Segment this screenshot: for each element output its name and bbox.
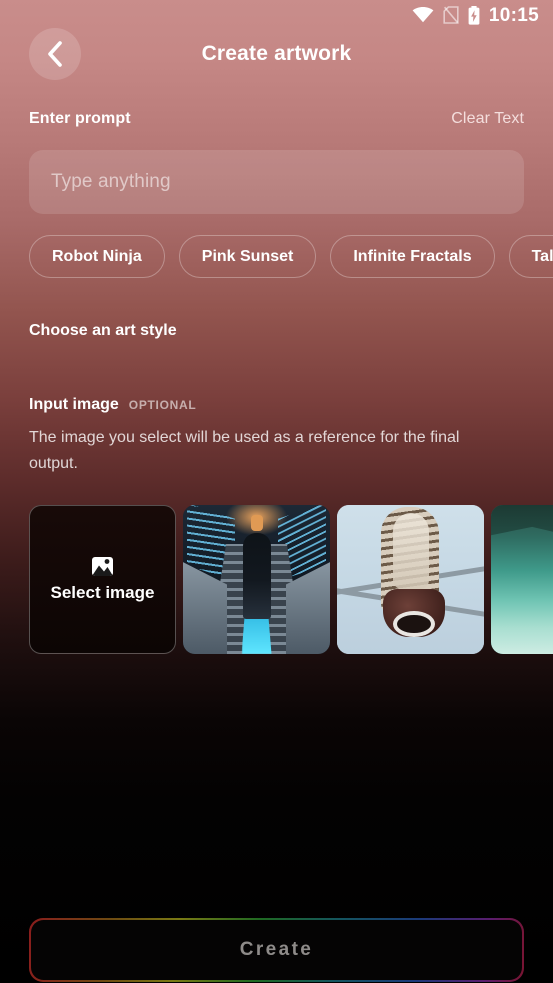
prompt-header-row: Enter prompt Clear Text (29, 110, 524, 128)
page-title: Create artwork (201, 42, 352, 65)
image-placeholder-icon (92, 556, 113, 576)
prompt-suggestion-list[interactable]: Robot Ninja Pink Sunset Infinite Fractal… (29, 235, 553, 278)
suggestion-chip[interactable]: Robot Ninja (29, 235, 165, 278)
no-sim-icon (443, 6, 459, 24)
prompt-input[interactable]: Type anything (29, 150, 524, 214)
choose-art-style-label: Choose an art style (29, 322, 177, 339)
input-image-thumbnail-strip[interactable]: Select image (29, 505, 553, 654)
select-image-label: Select image (50, 582, 155, 602)
suggestion-chip[interactable]: Tall Bird (508, 235, 553, 278)
thumbnail-art (250, 515, 263, 531)
enter-prompt-label: Enter prompt (29, 110, 131, 127)
status-bar: 10:15 (0, 0, 553, 30)
create-button[interactable]: Create (29, 918, 524, 982)
input-image-description: The image you select will be used as a r… (29, 429, 460, 472)
status-bar-clock: 10:15 (488, 4, 539, 26)
suggestion-chip[interactable]: Pink Sunset (178, 235, 317, 278)
thumbnail-art (242, 533, 271, 619)
suggestion-chip[interactable]: Infinite Fractals (330, 235, 495, 278)
input-image-label: Input image (29, 396, 119, 413)
input-image-thumbnail[interactable] (183, 505, 330, 654)
prompt-input-placeholder: Type anything (51, 171, 171, 192)
input-image-thumbnail[interactable] (337, 505, 484, 654)
thumbnail-art (393, 513, 429, 589)
create-button-label: Create (30, 919, 523, 981)
clear-text-button[interactable]: Clear Text (451, 110, 524, 128)
input-image-header-row: Input image OPTIONAL (29, 396, 196, 414)
wifi-icon (412, 7, 434, 23)
create-artwork-screen: 10:15 Create artwork Enter prompt Clear … (0, 0, 553, 983)
input-image-thumbnail[interactable] (491, 505, 553, 654)
select-image-button[interactable]: Select image (29, 505, 176, 654)
app-header: Create artwork (0, 28, 553, 82)
battery-charging-icon (468, 5, 480, 25)
optional-badge: OPTIONAL (128, 398, 197, 412)
thumbnail-art (393, 611, 435, 637)
